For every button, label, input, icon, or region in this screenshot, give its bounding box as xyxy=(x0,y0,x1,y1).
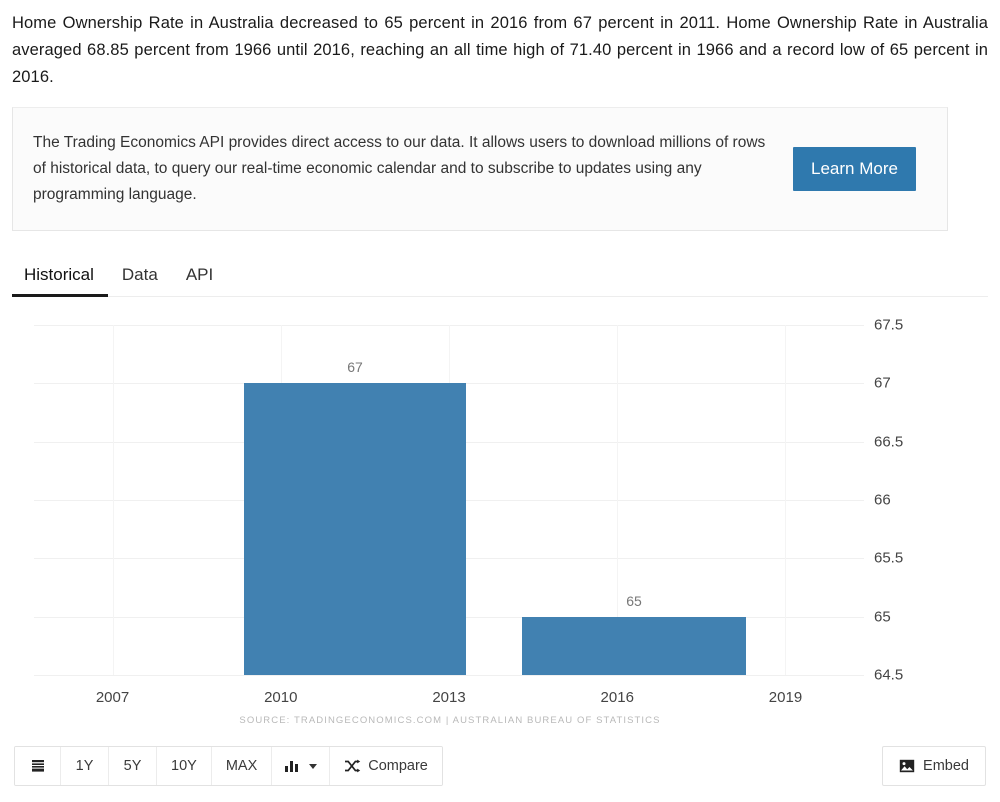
tab-api[interactable]: API xyxy=(172,265,227,296)
range-1y-button[interactable]: 1Y xyxy=(61,747,109,785)
bar-chart-icon xyxy=(284,759,300,773)
api-promo-text: The Trading Economics API provides direc… xyxy=(33,134,766,203)
x-axis-tick-label: 2013 xyxy=(432,689,466,706)
list-icon xyxy=(30,758,46,774)
chart-plot-area[interactable]: 67 65 xyxy=(34,325,864,676)
range-10y-button[interactable]: 10Y xyxy=(157,747,212,785)
y-axis-tick-label: 67.5 xyxy=(874,316,904,334)
y-axis-tick-label: 64.5 xyxy=(874,666,904,684)
chart-type-dropdown-button[interactable] xyxy=(272,747,331,785)
gridline-vertical xyxy=(112,325,114,675)
range-max-button[interactable]: MAX xyxy=(211,747,273,785)
embed-button[interactable]: Embed xyxy=(882,746,986,786)
y-axis-tick-label: 65 xyxy=(874,608,891,626)
gridline-vertical xyxy=(785,325,787,675)
learn-more-button[interactable]: Learn More xyxy=(793,147,916,191)
x-axis-tick-label: 2007 xyxy=(95,689,130,706)
image-icon xyxy=(899,759,915,773)
compare-button[interactable]: Compare xyxy=(330,747,442,785)
y-axis-tick-label: 65.5 xyxy=(874,549,904,567)
gridline-horizontal xyxy=(34,675,864,676)
chart-container[interactable]: 67 65 67.5 67 66.5 66 65.5 65 64.5 2007 2010 2013 2… xyxy=(0,311,1000,731)
chevron-down-icon xyxy=(309,763,318,769)
chart-bar[interactable] xyxy=(244,383,466,675)
tab-bar: Historical Data API xyxy=(12,253,988,297)
tab-historical[interactable]: Historical xyxy=(12,265,108,297)
compare-button-label: Compare xyxy=(368,758,428,774)
y-axis-tick-label: 67 xyxy=(874,374,891,392)
y-axis-tick-label: 66 xyxy=(874,491,891,509)
chart-bar[interactable] xyxy=(521,616,747,675)
range-5y-button[interactable]: 5Y xyxy=(109,747,157,785)
bar-value-label: 67 xyxy=(347,359,363,376)
summary-paragraph: Home Ownership Rate in Australia decreas… xyxy=(12,14,988,86)
embed-button-label: Embed xyxy=(923,758,969,774)
table-view-button[interactable] xyxy=(15,747,61,785)
tab-data[interactable]: Data xyxy=(108,265,172,296)
chart-controls-group: 1Y 5Y 10Y MAX Compare xyxy=(14,746,443,786)
x-axis-tick-label: 2016 xyxy=(600,689,634,706)
chart-toolbar: 1Y 5Y 10Y MAX Compare Embed xyxy=(0,736,1000,796)
y-axis-tick-label: 66.5 xyxy=(874,433,904,451)
chart-source-attribution: SOURCE: TRADINGECONOMICS.COM | AUSTRALIA… xyxy=(239,715,661,726)
shuffle-icon xyxy=(344,759,361,773)
bar-value-label: 65 xyxy=(626,592,642,609)
x-axis-tick-label: 2019 xyxy=(768,689,803,706)
api-promo-panel: The Trading Economics API provides direc… xyxy=(12,107,948,231)
x-axis-tick-label: 2010 xyxy=(264,689,298,706)
